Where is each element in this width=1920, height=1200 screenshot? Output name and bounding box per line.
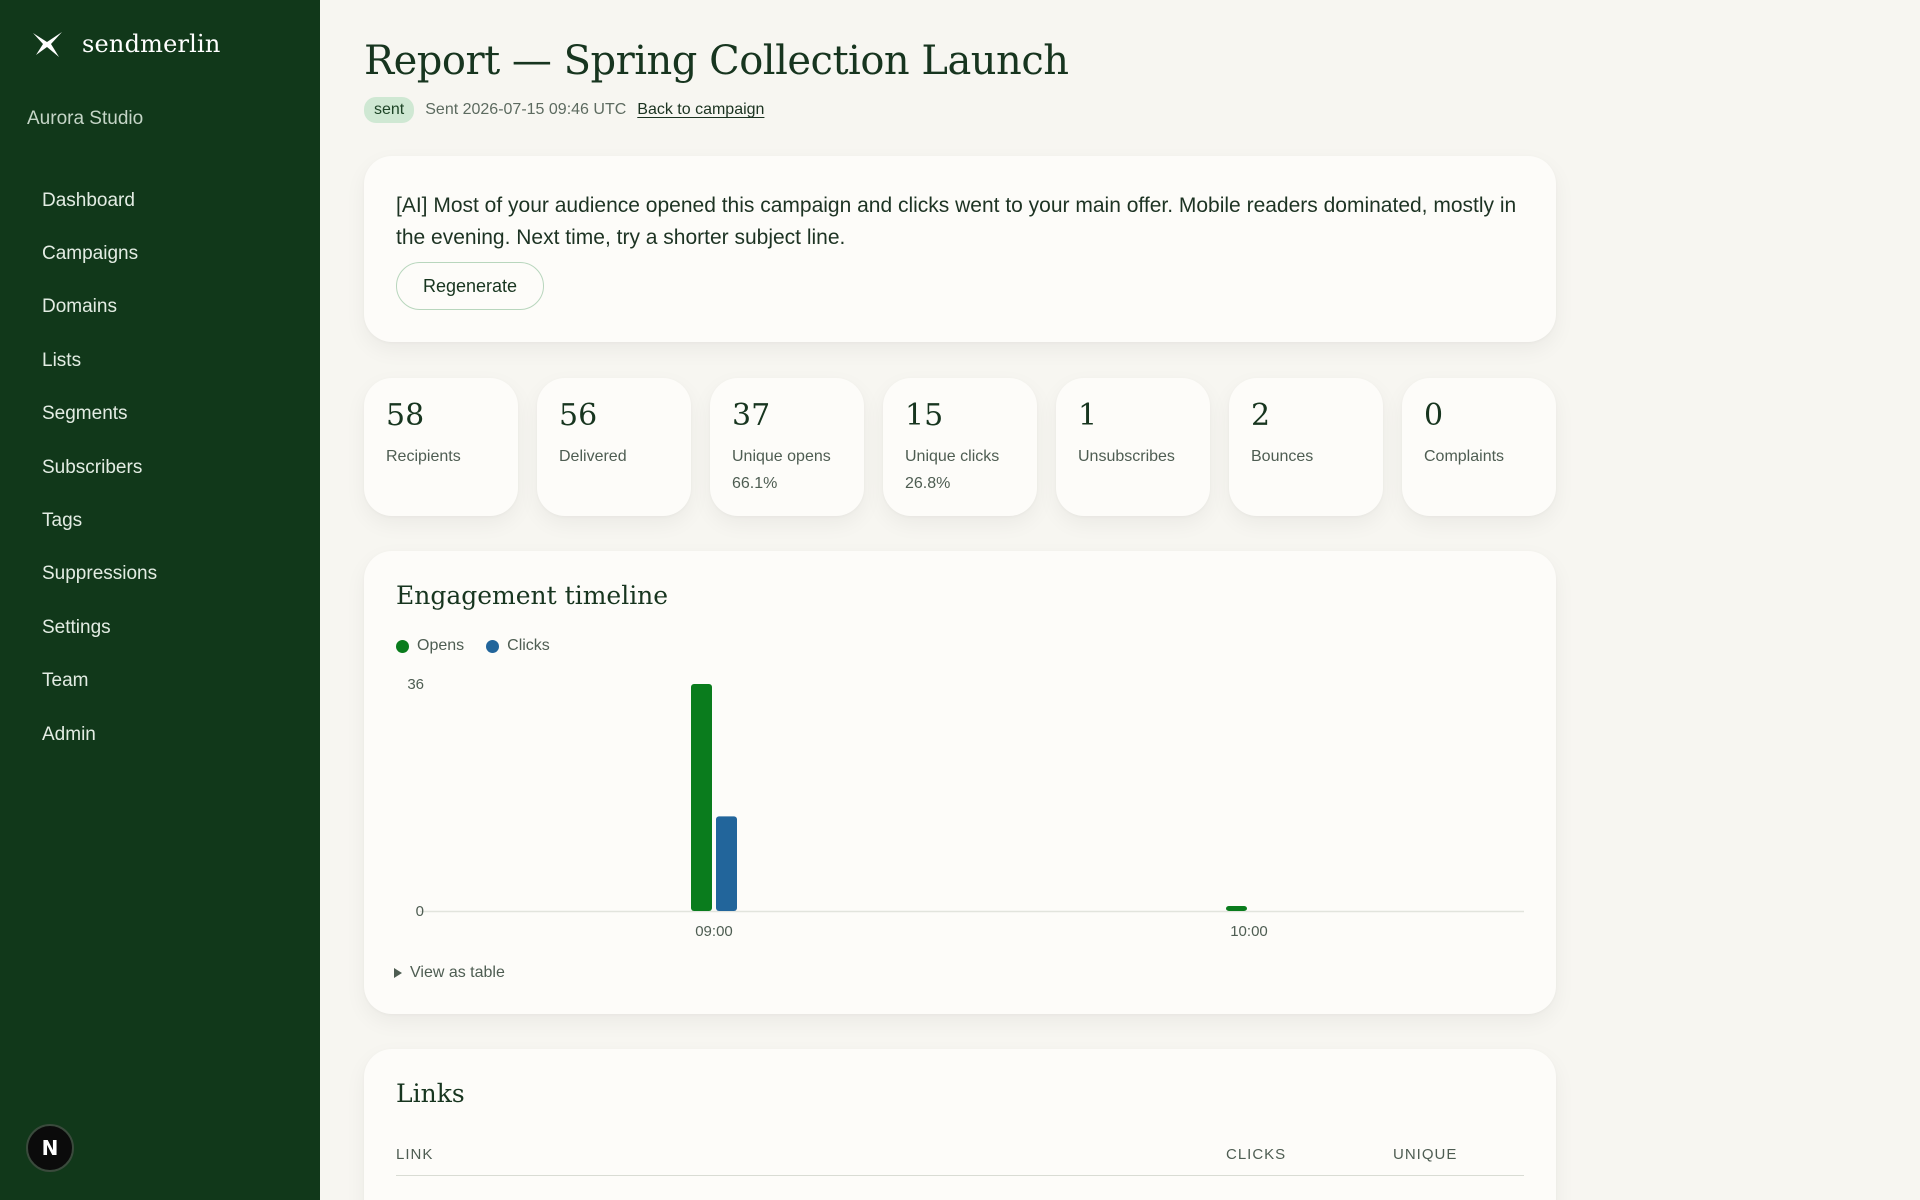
sidebar-item-dashboard[interactable]: Dashboard (0, 174, 320, 227)
stat-value: 15 (905, 398, 944, 433)
disclosure-triangle-icon (394, 968, 402, 978)
stat-value: 2 (1251, 398, 1271, 433)
ai-summary-card: [AI] Most of your audience opened this c… (364, 156, 1556, 342)
stat-value: 1 (1078, 398, 1098, 433)
view-as-table-label: View as table (410, 964, 505, 981)
bar-opens-1000 (1226, 906, 1247, 911)
sidebar-item-campaigns[interactable]: Campaigns (0, 227, 320, 280)
back-to-campaign-link[interactable]: Back to campaign (637, 101, 764, 119)
links-card: Links LINK CLICKS UNIQUE (364, 1049, 1556, 1200)
stat-value: 56 (559, 398, 598, 433)
sidebar: sendmerlin Aurora Studio Dashboard Campa… (0, 0, 320, 1200)
stat-value: 58 (386, 398, 425, 433)
sidebar-item-domains[interactable]: Domains (0, 281, 320, 334)
status-badge: sent (364, 97, 415, 123)
stat-card-recipients: 58 Recipients (364, 378, 518, 516)
logo-icon (32, 30, 64, 58)
stat-label: Unique opens (732, 448, 831, 465)
page-title: Report — Spring Collection Launch (364, 38, 1069, 84)
sidebar-nav: Dashboard Campaigns Domains Lists Segmen… (0, 174, 320, 761)
stat-card-unique-opens: 37 Unique opens 66.1% (710, 378, 864, 516)
stat-value: 0 (1424, 398, 1444, 433)
stat-label: Recipients (386, 448, 461, 465)
regenerate-button[interactable]: Regenerate (396, 262, 544, 310)
column-header-unique: UNIQUE (1393, 1146, 1458, 1163)
links-title: Links (396, 1079, 465, 1108)
avatar[interactable]: N (26, 1124, 74, 1172)
stat-label: Delivered (559, 448, 627, 465)
bar-opens-0900 (691, 684, 712, 911)
y-tick-label: 36 (407, 676, 424, 693)
links-table-header: LINK CLICKS UNIQUE (396, 1146, 1524, 1176)
sidebar-item-tags[interactable]: Tags (0, 494, 320, 547)
stat-percent: 26.8% (905, 475, 951, 492)
stat-percent: 66.1% (732, 475, 778, 492)
ai-summary-text: [AI] Most of your audience opened this c… (396, 194, 1517, 249)
sidebar-item-subscribers[interactable]: Subscribers (0, 441, 320, 494)
x-tick-label: 09:00 (695, 923, 733, 940)
engagement-chart: 0 36 09:00 10:00 (407, 676, 1524, 940)
brand[interactable]: sendmerlin (32, 30, 221, 58)
sidebar-item-segments[interactable]: Segments (0, 388, 320, 441)
x-tick-label: 10:00 (1230, 923, 1268, 940)
org-name: Aurora Studio (27, 108, 144, 129)
sidebar-item-admin[interactable]: Admin (0, 708, 320, 761)
bar-clicks-0900 (716, 816, 737, 911)
stat-card-unique-clicks: 15 Unique clicks 26.8% (883, 378, 1037, 516)
column-header-link: LINK (396, 1146, 434, 1163)
y-tick-label: 0 (416, 903, 424, 920)
stat-card-complaints: 0 Complaints (1402, 378, 1556, 516)
stat-label: Unsubscribes (1078, 448, 1175, 465)
sidebar-item-team[interactable]: Team (0, 655, 320, 708)
view-as-table-toggle[interactable]: View as table (394, 964, 505, 982)
stat-value: 37 (732, 398, 771, 433)
stat-label: Complaints (1424, 448, 1505, 465)
stat-label: Bounces (1251, 448, 1314, 465)
stat-label: Unique clicks (905, 448, 1000, 465)
stat-card-unsubscribes: 1 Unsubscribes (1056, 378, 1210, 516)
stat-card-bounces: 2 Bounces (1229, 378, 1383, 516)
brand-name: sendmerlin (82, 30, 221, 58)
sidebar-item-suppressions[interactable]: Suppressions (0, 548, 320, 601)
stat-card-delivered: 56 Delivered (537, 378, 691, 516)
column-header-clicks: CLICKS (1226, 1146, 1287, 1163)
engagement-timeline-card: Engagement timeline Opens Clicks 0 36 09:0… (364, 551, 1556, 1014)
sent-timestamp: Sent 2026-07-15 09:46 UTC (425, 101, 627, 118)
report-meta: sent Sent 2026-07-15 09:46 UTC Back to c… (364, 97, 764, 123)
sidebar-item-settings[interactable]: Settings (0, 601, 320, 654)
sidebar-item-lists[interactable]: Lists (0, 334, 320, 387)
